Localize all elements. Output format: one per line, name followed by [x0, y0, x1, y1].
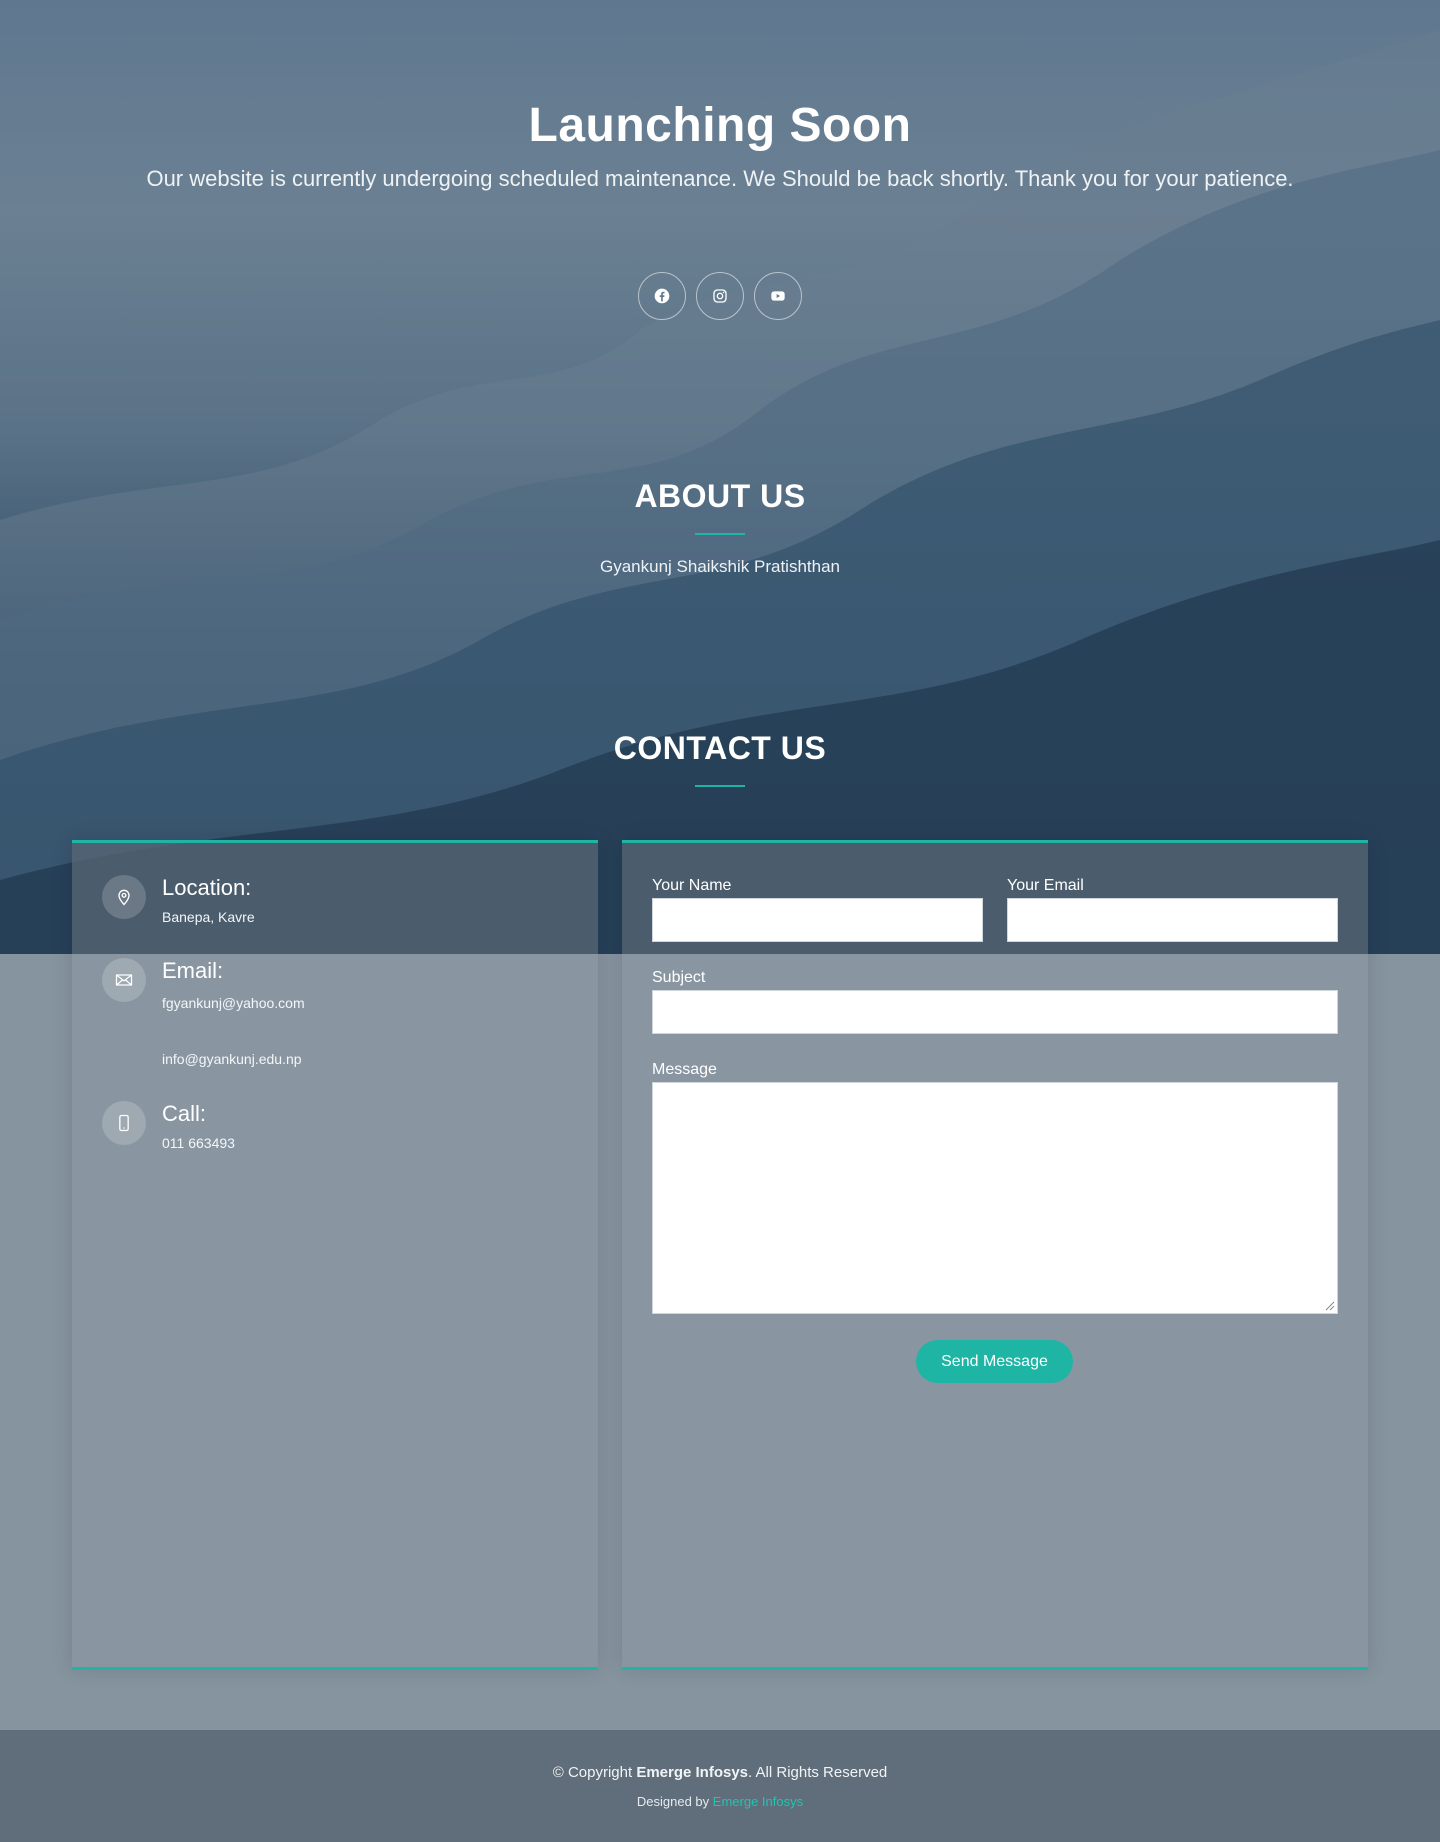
designed-by-line: Designed by Emerge Infosys	[0, 1794, 1440, 1809]
email-value-2[interactable]: info@gyankunj.edu.np	[162, 1051, 302, 1067]
about-section: ABOUT US Gyankunj Shaikshik Pratishthan	[0, 478, 1440, 577]
message-label: Message	[652, 1061, 717, 1078]
rights-text: . All Rights Reserved	[748, 1764, 888, 1781]
contact-form-card: Your Name Your Email Subject Message Sen…	[622, 840, 1368, 1670]
contact-section: CONTACT US	[0, 730, 1440, 787]
subject-input[interactable]	[652, 990, 1338, 1034]
message-textarea[interactable]	[652, 1082, 1338, 1314]
contact-title: CONTACT US	[613, 730, 827, 766]
copyright-line: © Copyright Emerge Infosys. All Rights R…	[0, 1764, 1440, 1781]
about-text: Gyankunj Shaikshik Pratishthan	[599, 557, 841, 576]
contact-info-card: Location: Banepa, Kavre Email: fgyankunj…	[72, 840, 598, 1670]
designer-link[interactable]: Emerge Infosys	[713, 1794, 803, 1809]
youtube-link[interactable]	[754, 272, 802, 320]
page-subtitle: Our website is currently undergoing sche…	[146, 166, 1294, 191]
email-value-1[interactable]: fgyankunj@yahoo.com	[162, 995, 305, 1011]
resize-handle-icon[interactable]	[1325, 1301, 1335, 1311]
copyright-prefix: © Copyright	[552, 1764, 637, 1781]
youtube-icon	[771, 291, 785, 301]
envelope-icon	[102, 958, 146, 1002]
email-label: Email:	[162, 958, 224, 983]
subject-label: Subject	[652, 969, 706, 986]
send-message-button[interactable]: Send Message	[916, 1340, 1073, 1383]
about-divider	[695, 533, 745, 535]
footer: © Copyright Emerge Infosys. All Rights R…	[0, 1730, 1440, 1842]
name-label: Your Name	[652, 877, 732, 894]
email-label: Your Email	[1007, 877, 1084, 894]
about-title: ABOUT US	[634, 478, 806, 514]
call-value[interactable]: 011 663493	[162, 1135, 235, 1151]
instagram-icon	[713, 289, 727, 303]
card-shade	[72, 843, 598, 954]
facebook-icon	[654, 288, 670, 304]
map-pin-icon	[102, 875, 146, 919]
company-name: Emerge Infosys	[636, 1764, 749, 1781]
facebook-link[interactable]	[638, 272, 686, 320]
location-value: Banepa, Kavre	[162, 909, 255, 925]
contact-divider	[695, 785, 745, 787]
phone-icon	[102, 1101, 146, 1145]
social-links	[0, 272, 1440, 320]
name-input[interactable]	[652, 898, 983, 942]
page-title: Launching Soon	[528, 99, 912, 152]
location-label: Location:	[162, 875, 252, 900]
email-input[interactable]	[1007, 898, 1338, 942]
call-label: Call:	[162, 1101, 207, 1126]
designed-by-label: Designed by	[636, 1794, 713, 1809]
instagram-link[interactable]	[696, 272, 744, 320]
